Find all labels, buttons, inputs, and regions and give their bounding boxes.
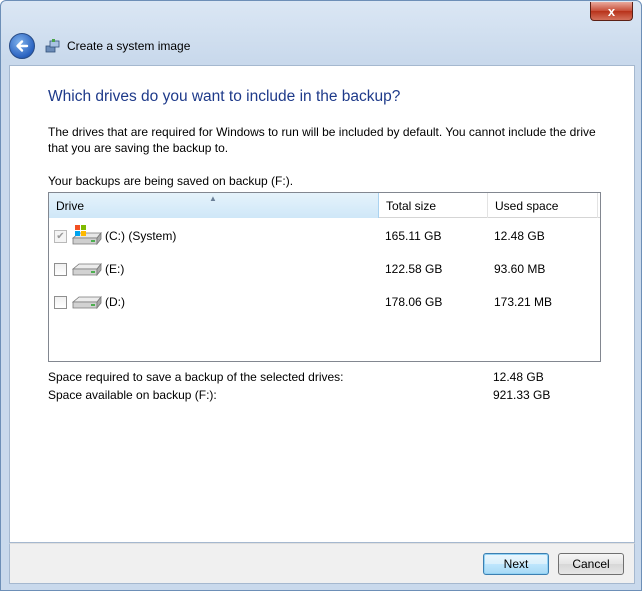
list-header: ▲ Drive Total size Used space — [49, 193, 600, 218]
back-button[interactable] — [9, 33, 35, 59]
window-title: Create a system image — [67, 39, 191, 53]
drive-used-space: 93.60 MB — [494, 262, 546, 276]
drive-used-space: 173.21 MB — [494, 295, 553, 309]
table-row[interactable]: (D:) 178.06 GB 173.21 MB — [49, 286, 600, 318]
drive-name: (C:) (System) — [105, 229, 177, 243]
drive-name: (D:) — [105, 295, 125, 309]
drive-used-space: 12.48 GB — [494, 229, 545, 243]
sort-ascending-icon: ▲ — [209, 194, 217, 203]
cancel-button[interactable]: Cancel — [558, 553, 624, 575]
drive-total-size: 178.06 GB — [385, 295, 443, 309]
drive-total-size: 122.58 GB — [385, 262, 443, 276]
hard-drive-icon — [71, 295, 102, 310]
column-header-drive-label: Drive — [56, 198, 85, 213]
drive-d-checkbox[interactable] — [54, 295, 67, 309]
next-button[interactable]: Next — [483, 553, 549, 575]
content-panel: Which drives do you want to include in t… — [9, 65, 635, 543]
drive-name: (E:) — [105, 262, 125, 276]
backup-location-text: Your backups are being saved on backup (… — [48, 174, 294, 188]
footer-bar: Next Cancel — [9, 543, 635, 584]
space-available-value: 921.33 GB — [493, 388, 551, 402]
window: x Create a system image Which drives do … — [0, 0, 642, 591]
drive-e-checkbox[interactable] — [54, 262, 67, 276]
space-available-label: Space available on backup (F:): — [48, 388, 217, 402]
drive-list[interactable]: ▲ Drive Total size Used space ✔ (C:) (Sy… — [48, 192, 601, 362]
close-icon: x — [607, 3, 616, 19]
hard-drive-icon — [71, 262, 102, 277]
title-row: Create a system image — [9, 31, 633, 61]
table-row[interactable]: (E:) 122.58 GB 93.60 MB — [49, 253, 600, 285]
column-header-total-label: Total size — [386, 198, 437, 213]
backup-icon — [45, 39, 60, 53]
drive-total-size: 165.11 GB — [385, 229, 442, 243]
drive-c-checkbox[interactable]: ✔ — [54, 229, 67, 243]
table-row[interactable]: ✔ (C:) (System) 165.11 GB 12.48 GB — [49, 220, 600, 252]
column-header-total-size[interactable]: Total size — [379, 193, 488, 218]
page-heading: Which drives do you want to include in t… — [48, 88, 401, 105]
column-header-used-space[interactable]: Used space — [488, 193, 598, 218]
close-button[interactable]: x — [590, 2, 633, 21]
space-required-label: Space required to save a backup of the s… — [48, 370, 344, 384]
column-header-used-label: Used space — [495, 198, 559, 213]
back-arrow-icon — [16, 40, 29, 52]
system-drive-icon — [71, 225, 102, 246]
space-required-value: 12.48 GB — [493, 370, 544, 384]
column-header-drive[interactable]: ▲ Drive — [49, 193, 379, 218]
page-description: The drives that are required for Windows… — [48, 125, 596, 155]
